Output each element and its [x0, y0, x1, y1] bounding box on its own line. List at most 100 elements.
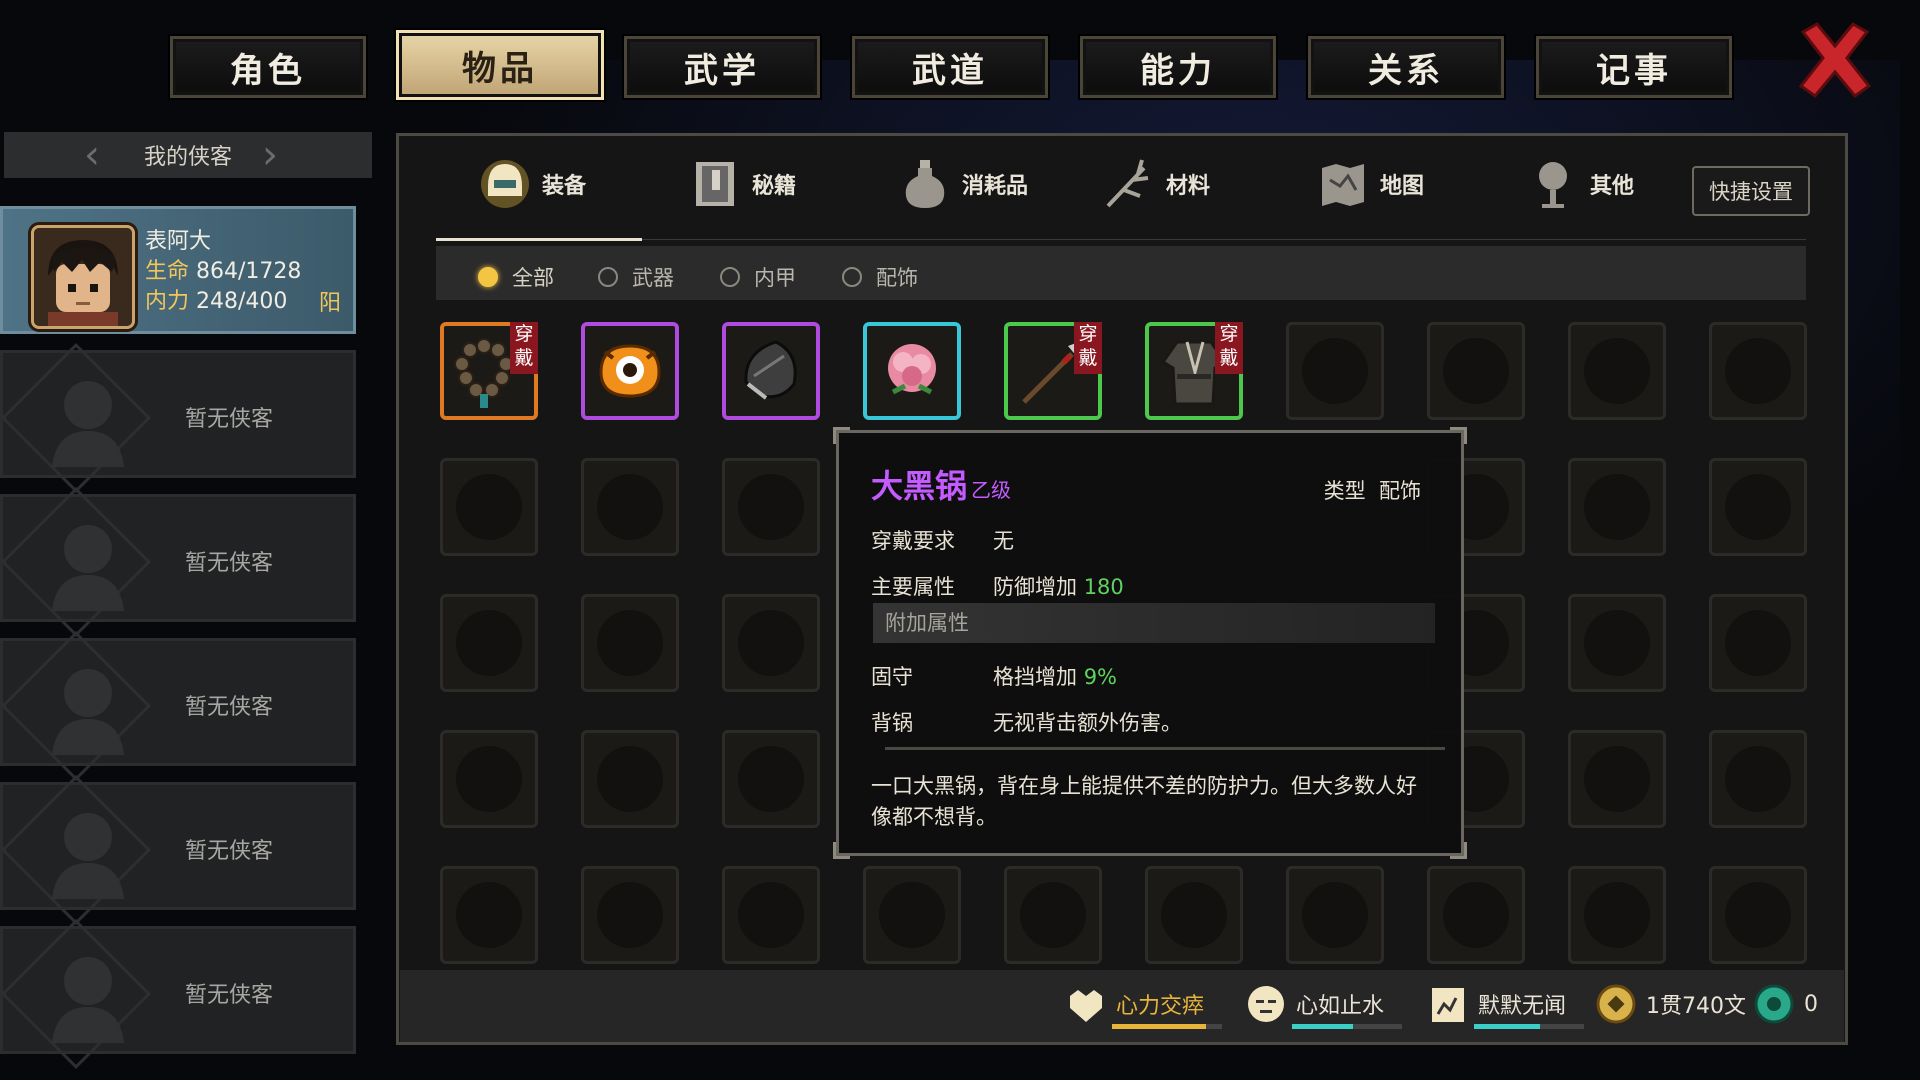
category-other[interactable]: 其他	[1528, 152, 1634, 216]
empty-character-slot[interactable]: 暂无侠客	[0, 775, 356, 925]
item-slot-eye-monster[interactable]	[581, 322, 679, 420]
empty-item-slot[interactable]	[581, 458, 679, 556]
lantern-icon	[1539, 162, 1567, 208]
empty-item-slot[interactable]	[722, 458, 820, 556]
item-slot-robe[interactable]: 穿戴	[1145, 322, 1243, 420]
empty-item-slot[interactable]	[1568, 866, 1666, 964]
empty-character-slot[interactable]: 暂无侠客	[0, 343, 356, 493]
empty-item-slot[interactable]	[863, 866, 961, 964]
worn-badge: 穿戴	[1215, 322, 1243, 374]
empty-item-slot[interactable]	[1427, 322, 1525, 420]
scroll-icon	[1432, 988, 1464, 1022]
empty-character-slot[interactable]: 暂无侠客	[0, 919, 356, 1069]
tooltip-requirement: 穿戴要求无	[871, 529, 1014, 553]
empty-slot-label: 暂无侠客	[185, 839, 274, 864]
empty-item-slot[interactable]	[1709, 458, 1807, 556]
tooltip-divider	[885, 747, 1445, 750]
empty-item-slot[interactable]	[1427, 866, 1525, 964]
chevron-right-icon[interactable]: ›	[262, 135, 292, 175]
empty-item-slot[interactable]	[581, 730, 679, 828]
empty-slot-label: 暂无侠客	[185, 983, 274, 1008]
empty-item-slot[interactable]	[440, 458, 538, 556]
character-silhouette-icon	[52, 525, 124, 611]
stat3-bar	[1474, 1024, 1584, 1029]
empty-item-slot[interactable]	[1709, 730, 1807, 828]
empty-item-slot[interactable]	[722, 730, 820, 828]
black-wok-icon	[744, 340, 797, 400]
item-slot-peony[interactable]	[863, 322, 961, 420]
empty-item-slot[interactable]	[1709, 322, 1807, 420]
stat-calm-mind[interactable]: 心如止水	[1244, 982, 1402, 1029]
category-maps[interactable]: 地图	[1318, 152, 1424, 216]
tooltip-extra-attribute: 背锅 无视背击额外伤害。	[871, 711, 1182, 735]
character-silhouette-icon	[52, 957, 124, 1043]
filter-accessories[interactable]: 配饰	[842, 262, 918, 292]
empty-item-slot[interactable]	[1286, 322, 1384, 420]
empty-character-slot[interactable]: 暂无侠客	[0, 631, 356, 781]
character-silhouette-icon	[52, 669, 124, 755]
category-materials[interactable]: 材料	[1104, 152, 1210, 216]
tooltip-main-attribute: 主要属性 防御增加 180	[871, 575, 1124, 599]
empty-item-slot[interactable]	[1568, 730, 1666, 828]
empty-item-slot[interactable]	[1568, 322, 1666, 420]
tab-wudao[interactable]: 武道	[852, 36, 1048, 98]
sidebar-title: 我的侠客	[143, 145, 232, 170]
empty-item-slot[interactable]	[1568, 458, 1666, 556]
quick-settings-button[interactable]: 快捷设置	[1692, 166, 1810, 216]
empty-item-slot[interactable]	[722, 594, 820, 692]
map-icon	[1322, 164, 1364, 206]
empty-item-slot[interactable]	[1145, 866, 1243, 964]
avatar	[31, 225, 135, 329]
worn-badge: 穿戴	[510, 322, 538, 374]
tab-relations[interactable]: 关系	[1308, 36, 1504, 98]
character-silhouette-icon	[52, 813, 124, 899]
chevron-left-icon[interactable]: ‹	[84, 135, 114, 175]
tooltip-corner	[1450, 427, 1467, 444]
filter-armor[interactable]: 内甲	[720, 262, 796, 292]
empty-slot-label: 暂无侠客	[185, 407, 274, 432]
tab-items[interactable]: 物品	[396, 30, 604, 100]
empty-item-slot[interactable]	[440, 594, 538, 692]
item-grade: 乙级	[971, 478, 1012, 502]
tab-character[interactable]: 角色	[170, 36, 366, 98]
item-tooltip: 大黑锅 乙级 类型 配饰 穿戴要求无 主要属性 防御增加 180 附加属性 固守 格挡…	[833, 427, 1467, 859]
empty-item-slot[interactable]	[440, 866, 538, 964]
tooltip-corner	[1450, 842, 1467, 859]
tooltip-corner	[833, 842, 850, 859]
empty-character-slot[interactable]: 暂无侠客	[0, 487, 356, 637]
radio-icon	[842, 267, 862, 287]
empty-item-slot[interactable]	[1709, 866, 1807, 964]
worn-badge: 穿戴	[1074, 322, 1102, 374]
peony-flower-icon	[888, 344, 936, 395]
tooltip-corner	[833, 427, 850, 444]
filter-weapons[interactable]: 武器	[598, 262, 674, 292]
filter-all[interactable]: 全部	[478, 262, 554, 292]
empty-item-slot[interactable]	[722, 866, 820, 964]
empty-item-slot[interactable]	[1004, 866, 1102, 964]
item-slot-black-wok[interactable]	[722, 322, 820, 420]
active-category-underline	[436, 238, 642, 241]
tooltip-extra-attribute: 固守 格挡增加 9%	[871, 665, 1118, 689]
radio-selected-icon	[478, 267, 498, 287]
tab-abilities[interactable]: 能力	[1080, 36, 1276, 98]
character-card[interactable]: 表阿大 生命 864/1728 内力 248/400 阳	[0, 206, 356, 334]
category-consumables[interactable]: 消耗品	[900, 152, 1028, 216]
helmet-icon	[481, 160, 529, 208]
empty-slot-label: 暂无侠客	[185, 551, 274, 576]
empty-item-slot[interactable]	[1709, 594, 1807, 692]
tab-martial-arts[interactable]: 武学	[624, 36, 820, 98]
tab-journal[interactable]: 记事	[1536, 36, 1732, 98]
empty-item-slot[interactable]	[440, 730, 538, 828]
category-manuals[interactable]: 秘籍	[690, 152, 796, 216]
item-slot-spear[interactable]: 穿戴	[1004, 322, 1102, 420]
stat-mind-fatigue[interactable]: 心力交瘁	[1064, 982, 1222, 1029]
stat-reputation[interactable]: 默默无闻	[1426, 982, 1584, 1029]
empty-item-slot[interactable]	[1286, 866, 1384, 964]
empty-item-slot[interactable]	[581, 866, 679, 964]
herb-icon	[1106, 159, 1149, 208]
item-slot-beads[interactable]: 穿戴	[440, 322, 538, 420]
category-equipment[interactable]: 装备	[480, 152, 586, 216]
close-icon[interactable]	[1795, 20, 1875, 100]
empty-item-slot[interactable]	[581, 594, 679, 692]
empty-item-slot[interactable]	[1568, 594, 1666, 692]
